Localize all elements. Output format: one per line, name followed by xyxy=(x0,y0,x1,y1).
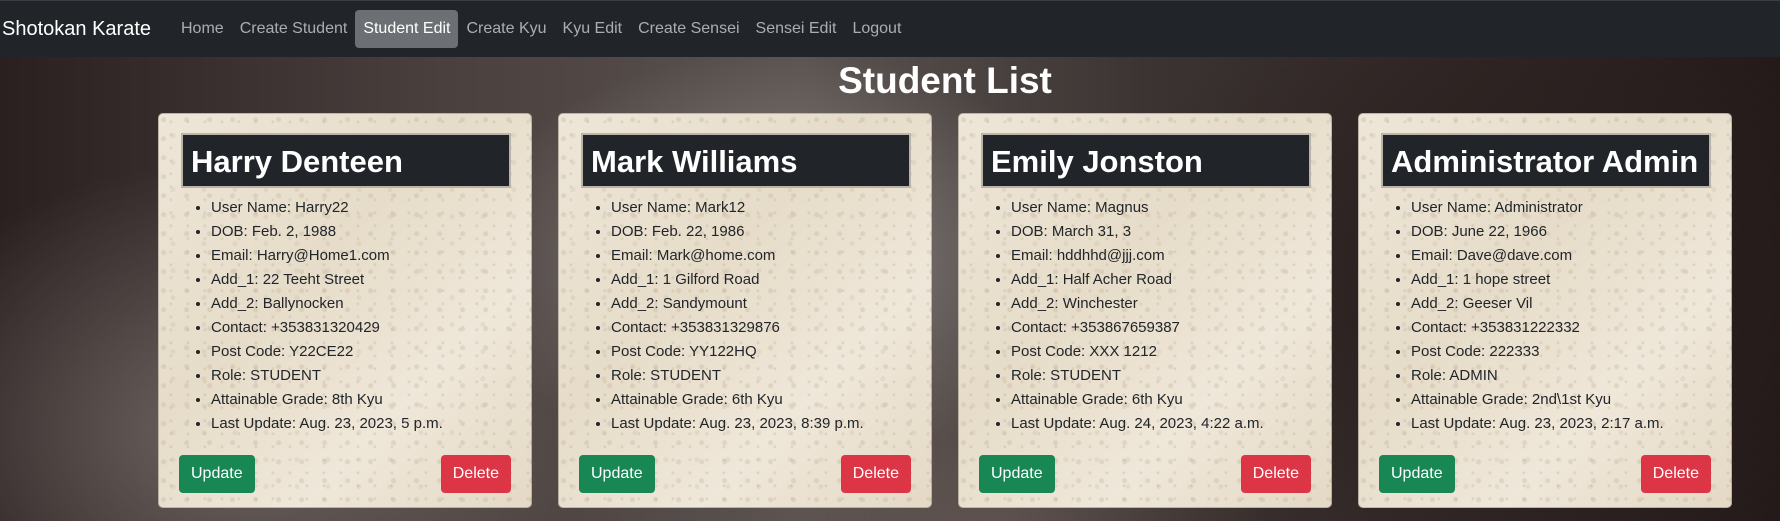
detail-dob: DOB: Feb. 2, 1988 xyxy=(211,220,443,244)
detail-last-update: Last Update: Aug. 23, 2023, 8:39 p.m. xyxy=(611,412,864,436)
detail-add-2: Add_2: Ballynocken xyxy=(211,292,443,316)
detail-add-1: Add_1: 1 hope street xyxy=(1411,268,1664,292)
update-button[interactable]: Update xyxy=(979,455,1055,493)
detail-contact: Contact: +353831222332 xyxy=(1411,316,1664,340)
brand-link[interactable]: Shotokan Karate xyxy=(2,18,151,41)
detail-email: Email: Mark@home.com xyxy=(611,244,864,268)
nav-link-create-kyu[interactable]: Create Kyu xyxy=(458,10,554,48)
detail-dob: DOB: June 22, 1966 xyxy=(1411,220,1664,244)
detail-post-code: Post Code: XXX 1212 xyxy=(1011,340,1264,364)
detail-email: Email: Dave@dave.com xyxy=(1411,244,1664,268)
student-name: Harry Denteen xyxy=(181,133,511,188)
detail-post-code: Post Code: 222333 xyxy=(1411,340,1664,364)
student-name: Administrator Admin xyxy=(1381,133,1711,188)
nav-link-kyu-edit[interactable]: Kyu Edit xyxy=(555,10,631,48)
detail-attainable-grade: Attainable Grade: 6th Kyu xyxy=(1011,388,1264,412)
student-card: Emily Jonston User Name: Magnus DOB: Mar… xyxy=(958,113,1332,508)
student-name: Emily Jonston xyxy=(981,133,1311,188)
detail-attainable-grade: Attainable Grade: 8th Kyu xyxy=(211,388,443,412)
detail-last-update: Last Update: Aug. 23, 2023, 5 p.m. xyxy=(211,412,443,436)
detail-role: Role: ADMIN xyxy=(1411,364,1664,388)
delete-button[interactable]: Delete xyxy=(1240,455,1311,493)
detail-email: Email: Harry@Home1.com xyxy=(211,244,443,268)
detail-dob: DOB: March 31, 3 xyxy=(1011,220,1264,244)
update-button[interactable]: Update xyxy=(179,455,255,493)
detail-user-name: User Name: Administrator xyxy=(1411,196,1664,220)
detail-last-update: Last Update: Aug. 24, 2023, 4:22 a.m. xyxy=(1011,412,1264,436)
delete-button[interactable]: Delete xyxy=(840,455,911,493)
student-card: Harry Denteen User Name: Harry22 DOB: Fe… xyxy=(158,113,532,508)
detail-add-2: Add_2: Winchester xyxy=(1011,292,1264,316)
detail-contact: Contact: +353831329876 xyxy=(611,316,864,340)
navbar: Shotokan Karate Home Create Student Stud… xyxy=(0,0,1780,57)
detail-attainable-grade: Attainable Grade: 2nd\1st Kyu xyxy=(1411,388,1664,412)
nav-link-create-sensei[interactable]: Create Sensei xyxy=(630,10,747,48)
delete-button[interactable]: Delete xyxy=(1640,455,1711,493)
detail-dob: DOB: Feb. 22, 1986 xyxy=(611,220,864,244)
detail-add-1: Add_1: 1 Gilford Road xyxy=(611,268,864,292)
nav-link-home[interactable]: Home xyxy=(173,10,232,48)
student-details-list: User Name: Harry22 DOB: Feb. 2, 1988 Ema… xyxy=(181,196,443,436)
detail-contact: Contact: +353831320429 xyxy=(211,316,443,340)
detail-role: Role: STUDENT xyxy=(1011,364,1264,388)
detail-email: Email: hddhhd@jjj.com xyxy=(1011,244,1264,268)
detail-add-2: Add_2: Sandymount xyxy=(611,292,864,316)
detail-user-name: User Name: Magnus xyxy=(1011,196,1264,220)
detail-role: Role: STUDENT xyxy=(211,364,443,388)
detail-last-update: Last Update: Aug. 23, 2023, 2:17 a.m. xyxy=(1411,412,1664,436)
update-button[interactable]: Update xyxy=(579,455,655,493)
student-details-list: User Name: Magnus DOB: March 31, 3 Email… xyxy=(981,196,1264,436)
page-title: Student List xyxy=(838,60,1052,101)
student-card: Administrator Admin User Name: Administr… xyxy=(1358,113,1732,508)
student-details-list: User Name: Mark12 DOB: Feb. 22, 1986 Ema… xyxy=(581,196,864,436)
student-name: Mark Williams xyxy=(581,133,911,188)
nav-link-logout[interactable]: Logout xyxy=(844,10,909,48)
detail-role: Role: STUDENT xyxy=(611,364,864,388)
detail-add-1: Add_1: 22 Teeht Street xyxy=(211,268,443,292)
detail-attainable-grade: Attainable Grade: 6th Kyu xyxy=(611,388,864,412)
update-button[interactable]: Update xyxy=(1379,455,1455,493)
detail-post-code: Post Code: Y22CE22 xyxy=(211,340,443,364)
delete-button[interactable]: Delete xyxy=(440,455,511,493)
detail-user-name: User Name: Harry22 xyxy=(211,196,443,220)
detail-user-name: User Name: Mark12 xyxy=(611,196,864,220)
nav-link-create-student[interactable]: Create Student xyxy=(232,10,356,48)
nav-link-sensei-edit[interactable]: Sensei Edit xyxy=(748,10,845,48)
student-details-list: User Name: Administrator DOB: June 22, 1… xyxy=(1381,196,1664,436)
detail-add-2: Add_2: Geeser Vil xyxy=(1411,292,1664,316)
nav-link-student-edit[interactable]: Student Edit xyxy=(355,10,459,48)
student-card: Mark Williams User Name: Mark12 DOB: Feb… xyxy=(558,113,932,508)
detail-contact: Contact: +353867659387 xyxy=(1011,316,1264,340)
detail-post-code: Post Code: YY122HQ xyxy=(611,340,864,364)
detail-add-1: Add_1: Half Acher Road xyxy=(1011,268,1264,292)
